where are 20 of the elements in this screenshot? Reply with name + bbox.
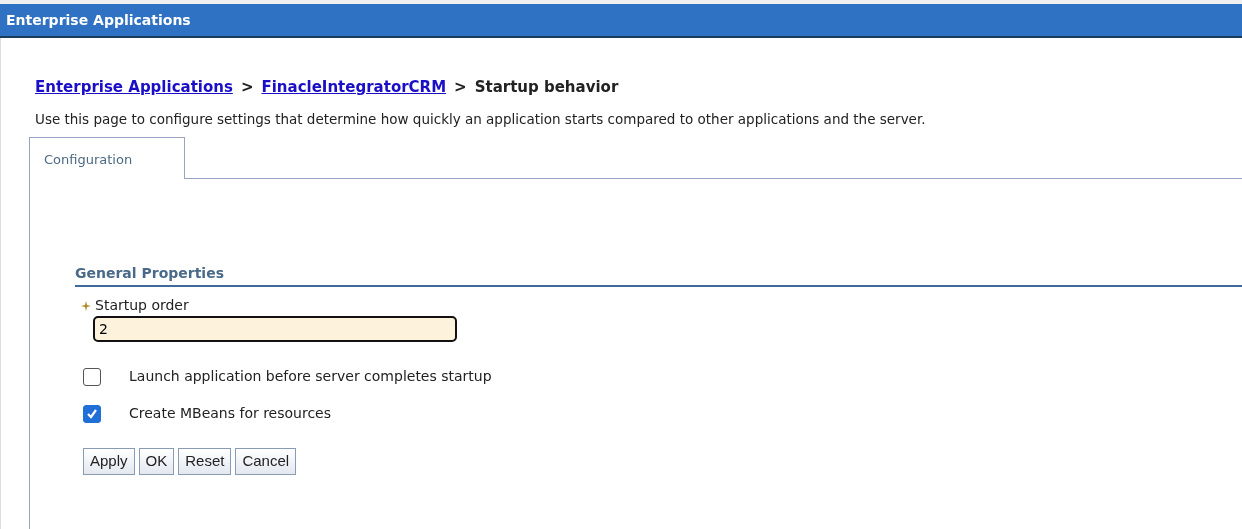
checkbox-label: Create MBeans for resources xyxy=(129,404,331,424)
action-button[interactable]: Cancel xyxy=(235,448,297,475)
breadcrumb-link[interactable]: Enterprise Applications xyxy=(35,78,233,96)
breadcrumb-separator: > xyxy=(240,78,254,96)
checkbox[interactable] xyxy=(83,404,101,423)
section-heading: General Properties xyxy=(75,263,1242,288)
description-text: Use this page to configure settings that determine how quickly an application starts compared to other applications and the server. xyxy=(34,109,927,129)
tab[interactable]: Configuration xyxy=(29,136,185,180)
checkbox-label: Launch application before server completes startup xyxy=(129,367,492,387)
action-button[interactable]: Reset xyxy=(178,448,232,475)
action-button[interactable]: Apply xyxy=(83,448,135,475)
checkbox[interactable] xyxy=(83,367,101,386)
startup-order-field[interactable]: 2 xyxy=(93,316,457,343)
action-button[interactable]: OK xyxy=(138,448,175,475)
check-icon xyxy=(86,407,98,420)
breadcrumb-separator: > xyxy=(454,78,467,96)
field-label: Startup order xyxy=(95,296,189,316)
breadcrumb-current: Startup behavior xyxy=(474,78,619,96)
breadcrumb-link[interactable]: FinacleIntegratorCRM xyxy=(261,78,447,96)
window-title: Enterprise Applications xyxy=(0,4,1242,38)
